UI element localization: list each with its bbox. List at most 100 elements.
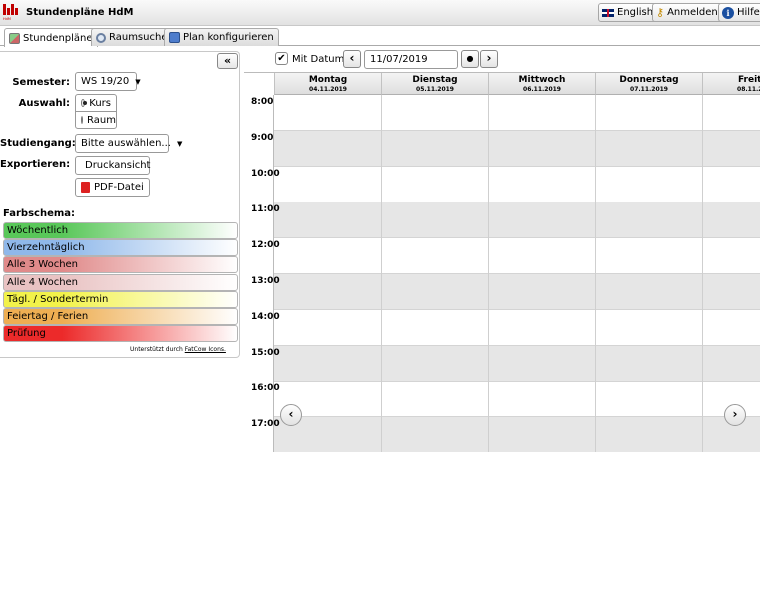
time-label: 14:00	[251, 311, 280, 322]
raum-radio[interactable]: Raum	[75, 111, 117, 129]
time-label: 13:00	[251, 276, 280, 286]
edit-icon	[169, 32, 180, 43]
color-scheme-row: Vierzehntäglich	[3, 239, 238, 257]
help-label: Hilfe	[737, 7, 760, 18]
tab-stundenplaene[interactable]: Stundenpläne	[4, 28, 98, 47]
collapse-sidebar-button[interactable]: «	[217, 53, 238, 69]
time-label: 17:00	[251, 419, 280, 430]
icon-credit: Unterstützt durch FatCow Icons.	[130, 346, 226, 353]
time-slot-row[interactable]	[274, 274, 760, 310]
raum-label: Raum	[87, 114, 116, 126]
color-scheme-label: Tägl. / Sondertermin	[7, 293, 109, 305]
login-label: Anmelden	[667, 7, 718, 18]
logo-text: HdM	[3, 17, 11, 21]
tab-bar: Stundenpläne Raumsuche Plan konfiguriere…	[0, 26, 760, 47]
time-slot-row[interactable]	[274, 345, 760, 382]
color-scheme-label: Feiertag / Ferien	[7, 311, 89, 322]
dropdown-caret-icon: ▼	[176, 139, 183, 148]
semester-label: Semester:	[12, 77, 70, 88]
time-slot-row[interactable]	[274, 381, 760, 418]
english-label: English	[617, 7, 654, 18]
key-icon: ⚷	[656, 6, 665, 19]
time-slot-row[interactable]	[274, 238, 760, 275]
day-column-divider	[595, 95, 596, 452]
english-button[interactable]: English	[598, 3, 659, 22]
timetable-icon	[9, 32, 20, 44]
print-view-button[interactable]: Druckansicht	[75, 156, 150, 175]
color-scheme-row: Tägl. / Sondertermin	[3, 290, 238, 308]
credit-prefix: Unterstützt durch	[130, 346, 183, 353]
time-label: 9:00	[251, 132, 274, 143]
top-bar: HdM Stundenpläne HdM English ⚷ Anmelden …	[0, 0, 760, 26]
studiengang-label: Studiengang:	[0, 138, 76, 149]
day-header: Donnerstag 07.11.2019	[595, 73, 702, 95]
calendar-prev-button[interactable]: ‹	[280, 404, 302, 426]
auswahl-label: Auswahl:	[18, 98, 70, 109]
color-scheme-label: Prüfung	[7, 328, 46, 340]
print-label: Druckansicht	[85, 160, 151, 171]
time-slot-row[interactable]	[274, 310, 760, 346]
magnifier-icon	[96, 32, 106, 43]
tab-raumsuche[interactable]: Raumsuche	[91, 28, 173, 46]
kurs-radio[interactable]: Kurs	[75, 94, 117, 112]
semester-value: WS 19/20	[81, 76, 130, 87]
export-label: Exportieren:	[0, 159, 71, 170]
day-date: 05.11.2019	[416, 86, 454, 93]
radio-selected-icon	[81, 99, 88, 107]
color-scheme-row: Feiertag / Ferien	[3, 308, 238, 325]
time-label: 11:00	[251, 204, 280, 215]
color-scheme-row: Wöchentlich	[3, 222, 238, 239]
mit-datum-checkbox[interactable]: ✔	[275, 52, 288, 65]
pdf-export-button[interactable]: PDF-Datei	[75, 178, 150, 197]
studiengang-value: Bitte auswählen...	[81, 138, 171, 149]
day-header: Mittwoch 06.11.2019	[488, 73, 595, 95]
info-icon: i	[722, 6, 734, 19]
day-date: 08.11.2019	[737, 86, 760, 93]
day-name: Montag	[308, 75, 348, 85]
kurs-label: Kurs	[89, 97, 111, 109]
time-label: 15:00	[251, 347, 280, 358]
semester-select[interactable]: WS 19/20 ▼	[75, 72, 141, 91]
time-label: 12:00	[251, 240, 280, 251]
tab-label: Stundenpläne	[23, 32, 93, 44]
day-column-divider	[702, 95, 703, 452]
time-label: 16:00	[251, 383, 280, 394]
uk-flag-icon	[602, 8, 614, 17]
date-input[interactable]: 11/07/2019	[364, 50, 458, 69]
tab-label: Raumsuche	[109, 32, 168, 43]
day-column-divider	[381, 95, 382, 452]
tab-plan-konfigurieren[interactable]: Plan konfigurieren	[164, 28, 279, 46]
time-slot-row[interactable]	[274, 202, 760, 239]
day-name: Mittwoch	[518, 75, 566, 85]
login-button[interactable]: ⚷ Anmelden	[652, 3, 723, 22]
app-title: Stundenpläne HdM	[26, 7, 134, 18]
fatcow-link[interactable]: FatCow Icons.	[185, 346, 226, 353]
hdm-logo: HdM	[3, 4, 21, 22]
color-scheme-row: Prüfung	[3, 325, 238, 343]
radio-unselected-icon	[81, 116, 83, 124]
tab-label: Plan konfigurieren	[183, 32, 274, 43]
color-scheme-label: Alle 3 Wochen	[7, 259, 79, 271]
color-scheme-row: Alle 4 Wochen	[3, 273, 238, 291]
day-date: 07.11.2019	[630, 86, 668, 93]
pdf-icon	[81, 182, 90, 193]
color-scheme-label: Wöchentlich	[7, 225, 69, 236]
prev-week-button[interactable]: ‹	[343, 50, 361, 68]
time-slot-row[interactable]	[274, 167, 760, 203]
next-week-button[interactable]: ›	[480, 50, 498, 68]
day-header: Freitag08.11.2019	[702, 73, 760, 95]
calendar-next-button[interactable]: ›	[724, 404, 746, 426]
day-name: Donnerstag	[619, 75, 679, 85]
studiengang-select[interactable]: Bitte auswählen... ▼	[75, 134, 182, 153]
day-date: 04.11.2019	[309, 86, 347, 93]
help-button[interactable]: i Hilfe	[718, 3, 760, 22]
color-scheme-label: Vierzehntäglich	[7, 242, 85, 254]
mit-datum-label: Mit Datum	[292, 54, 345, 65]
time-slot-row[interactable]	[274, 130, 760, 167]
time-slot-row[interactable]	[274, 95, 760, 131]
dropdown-caret-icon: ▼	[135, 77, 141, 86]
day-name: Freitag	[737, 75, 760, 85]
today-button[interactable]: ●	[461, 50, 479, 68]
time-label: 10:00	[251, 168, 280, 179]
time-slot-row[interactable]	[274, 417, 760, 452]
